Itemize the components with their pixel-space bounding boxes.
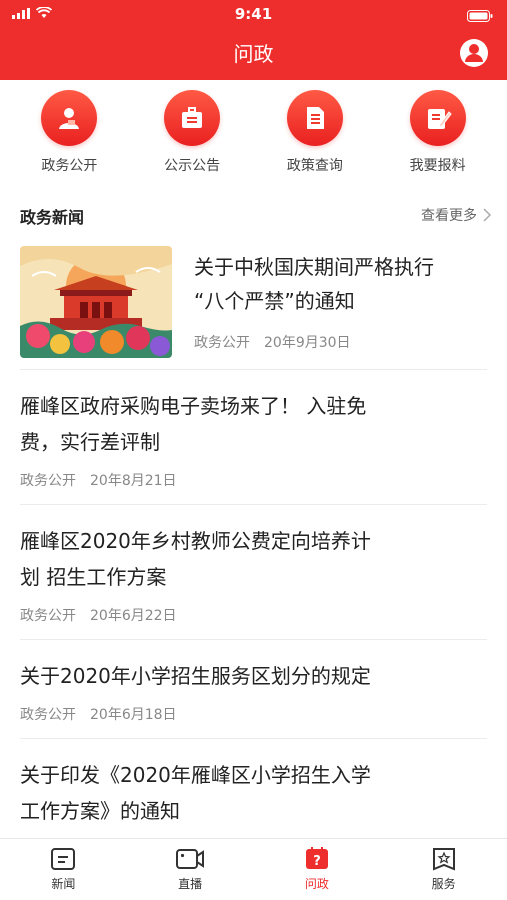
tab-label: 服务 [431, 877, 456, 891]
news-source: 政务公开 [20, 608, 76, 624]
news-meta: 政务公开 20年6月22日 [20, 605, 487, 625]
news-date: 20年8月21日 [90, 473, 177, 489]
quick-actions: 政务公开 公示公告 政策查询 我要报料 [0, 90, 507, 190]
edit-report-icon [427, 109, 452, 129]
user-profile-button[interactable] [459, 38, 489, 68]
news-title-line: 关于2020年小学招生服务区划分的规定 [20, 664, 371, 688]
camera-icon [176, 849, 205, 869]
see-more-link[interactable]: 查看更多 [421, 205, 491, 225]
news-title-line: 工作方案》的通知 [20, 799, 180, 823]
news-source: 政务公开 [194, 335, 250, 351]
news-item-featured[interactable]: 关于中秋国庆期间严格执行 “八个严禁”的通知 政务公开 20年9月30日 [20, 238, 487, 370]
battery-icon [467, 10, 493, 22]
status-bar: 9:41 [0, 0, 507, 28]
news-title: 关于2020年小学招生服务区划分的规定 [20, 658, 487, 694]
page-title: 问政 [233, 42, 274, 66]
news-item[interactable]: 雁峰区政府采购电子卖场来了！ 入驻免 费，实行差评制 政务公开 20年8月21日 [20, 370, 487, 505]
news-thumbnail [20, 246, 172, 358]
news-title-line: 划 招生工作方案 [20, 565, 167, 589]
news-title-line: “八个严禁”的通知 [194, 289, 355, 313]
tab-news[interactable]: 新闻 [0, 839, 127, 900]
tab-wenzheng[interactable]: ? 问政 [254, 839, 381, 900]
status-time: 9:41 [234, 5, 273, 23]
section-title: 政务新闻 [20, 208, 85, 227]
service-star-icon [432, 848, 455, 871]
news-title-line: 雁峰区2020年乡村教师公费定向培养计 [20, 529, 371, 553]
news-date: 20年9月30日 [264, 335, 351, 351]
quick-action-policy[interactable]: 政策查询 [260, 90, 370, 190]
news-item[interactable]: 关于2020年小学招生服务区划分的规定 政务公开 20年6月18日 [20, 640, 487, 739]
tab-live[interactable]: 直播 [127, 839, 254, 900]
bottom-tab-bar: 新闻 直播 ? 问政 服务 [0, 838, 507, 900]
tab-service[interactable]: 服务 [380, 839, 507, 900]
news-date: 20年6月22日 [90, 608, 177, 624]
news-list: 关于中秋国庆期间严格执行 “八个严禁”的通知 政务公开 20年9月30日 雁峰区政… [20, 238, 487, 843]
quick-action-label: 公示公告 [164, 158, 221, 174]
quick-action-label: 我要报料 [409, 158, 466, 174]
news-title: 关于中秋国庆期间严格执行 “八个严禁”的通知 [194, 250, 487, 318]
status-right [467, 7, 493, 26]
tab-label: 问政 [304, 877, 329, 891]
policy-icon-circle [286, 90, 343, 146]
news-icon [51, 848, 76, 870]
news-item[interactable]: 关于印发《2020年雁峰区小学招生入学 工作方案》的通知 [20, 739, 487, 843]
gov-affairs-icon-circle [41, 90, 98, 146]
news-title-line: 关于印发《2020年雁峰区小学招生入学 [20, 763, 371, 787]
quick-action-notices[interactable]: 公示公告 [137, 90, 247, 190]
news-item[interactable]: 雁峰区2020年乡村教师公费定向培养计 划 招生工作方案 政务公开 20年6月22… [20, 505, 487, 640]
news-meta: 政务公开 20年8月21日 [20, 470, 487, 490]
document-icon [306, 107, 324, 129]
report-icon-circle [409, 90, 466, 146]
user-circle-icon [460, 39, 488, 67]
notices-icon-circle [164, 90, 221, 146]
news-section-header: 政务新闻 查看更多 [20, 204, 491, 228]
chevron-right-icon [483, 208, 491, 222]
app-header: 9:41 问政 [0, 0, 507, 80]
person-doc-icon [59, 108, 80, 129]
tiananmen-illustration-icon [20, 246, 172, 358]
news-date: 20年6月18日 [90, 707, 177, 723]
news-title: 关于印发《2020年雁峰区小学招生入学 工作方案》的通知 [20, 757, 487, 829]
question-icon: ? [305, 847, 328, 869]
news-meta: 政务公开 20年9月30日 [194, 332, 351, 352]
quick-action-report[interactable]: 我要报料 [383, 90, 493, 190]
svg-text:?: ? [313, 854, 321, 869]
news-meta: 政务公开 20年6月18日 [20, 704, 487, 724]
bulletin-icon [182, 107, 203, 128]
news-source: 政务公开 [20, 707, 76, 723]
quick-action-gov-affairs[interactable]: 政务公开 [14, 90, 124, 190]
tab-label: 直播 [178, 877, 203, 891]
quick-action-label: 政策查询 [286, 158, 343, 174]
news-title: 雁峰区2020年乡村教师公费定向培养计 划 招生工作方案 [20, 523, 487, 595]
news-title-line: 费，实行差评制 [20, 430, 160, 454]
tab-label: 新闻 [51, 877, 76, 891]
news-source: 政务公开 [20, 473, 76, 489]
see-more-label: 查看更多 [421, 208, 477, 224]
news-title-line: 雁峰区政府采购电子卖场来了！ 入驻免 [20, 394, 367, 418]
quick-action-label: 政务公开 [41, 158, 98, 174]
news-title: 雁峰区政府采购电子卖场来了！ 入驻免 费，实行差评制 [20, 388, 487, 460]
news-title-line: 关于中秋国庆期间严格执行 [194, 255, 434, 279]
